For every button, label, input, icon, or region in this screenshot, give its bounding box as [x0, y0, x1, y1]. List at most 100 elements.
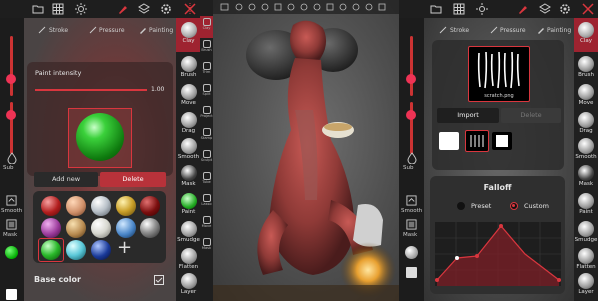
- drag-icon: [578, 112, 594, 128]
- tab-painting[interactable]: Painting: [149, 27, 173, 34]
- sub-label: Sub: [403, 165, 414, 171]
- grid-icon[interactable]: [52, 3, 64, 15]
- falloff-panel: Falloff Preset Custom: [430, 176, 565, 294]
- settings-icon[interactable]: [160, 3, 172, 15]
- add-material-icon[interactable]: +: [117, 238, 132, 258]
- tool-layer[interactable]: Layer: [574, 269, 598, 301]
- tool-clay[interactable]: Clay: [574, 18, 598, 52]
- material-blue[interactable]: [116, 218, 136, 238]
- add-new-button[interactable]: Add new: [34, 172, 98, 187]
- center-tool-brush[interactable]: Brush: [200, 38, 213, 60]
- alpha-slot-white[interactable]: [439, 132, 459, 150]
- falloff-curve-editor[interactable]: [435, 222, 561, 286]
- material-chrome[interactable]: [140, 218, 160, 238]
- color-swatch-silver[interactable]: [405, 246, 418, 259]
- center-tool-sculpt[interactable]: Sculpt: [200, 148, 213, 170]
- tab-pressure[interactable]: Pressure: [99, 27, 125, 34]
- base-color-checkbox-icon[interactable]: [154, 275, 164, 285]
- sculpt-viewport[interactable]: [213, 0, 399, 301]
- material-gold[interactable]: [116, 196, 136, 216]
- material-skin[interactable]: [66, 196, 86, 216]
- preset-radio[interactable]: [457, 202, 465, 210]
- flatten-icon: [578, 248, 594, 264]
- material-silver[interactable]: [91, 196, 111, 216]
- center-tool-lasso[interactable]: Lasso: [200, 192, 213, 214]
- layers-icon[interactable]: [138, 3, 150, 15]
- material-red-glossy[interactable]: [41, 196, 61, 216]
- custom-radio-dot: [512, 204, 515, 207]
- paint-intensity-slider[interactable]: [35, 89, 147, 91]
- sun-icon[interactable]: [75, 3, 87, 15]
- material-preview[interactable]: [68, 108, 132, 168]
- color-swatch-green[interactable]: [5, 246, 18, 259]
- center-tool-mask[interactable]: Mask: [200, 236, 213, 258]
- material-pearl[interactable]: [91, 218, 111, 238]
- left-sidebar: Sub Smooth Mask: [0, 18, 24, 301]
- center-tool-trim[interactable]: Trim: [200, 60, 213, 82]
- center-tool-clay[interactable]: Clay: [200, 16, 213, 38]
- tab-stroke[interactable]: Stroke: [450, 27, 469, 34]
- tool-layer[interactable]: Layer: [176, 269, 201, 301]
- tab-stroke[interactable]: Stroke: [49, 27, 68, 34]
- alpha-preview[interactable]: scratch.png: [468, 46, 530, 102]
- tab-painting[interactable]: Painting: [547, 27, 571, 34]
- layers-icon[interactable]: [539, 3, 551, 15]
- sub-icon[interactable]: [6, 152, 18, 164]
- right-brush-tabs: Stroke Pressure Painting: [427, 24, 573, 38]
- grid-icon[interactable]: [453, 3, 465, 15]
- brush-tool-icon[interactable]: [517, 3, 529, 15]
- material-green: [41, 240, 61, 260]
- radius-slider[interactable]: [10, 36, 13, 96]
- center-tool-move[interactable]: Move: [200, 214, 213, 236]
- custom-label[interactable]: Custom: [524, 202, 549, 210]
- material-clay[interactable]: [66, 218, 86, 238]
- delete-alpha-button[interactable]: Delete: [501, 108, 561, 123]
- material-dark-red[interactable]: [140, 196, 160, 216]
- right-radius-slider[interactable]: [410, 36, 413, 96]
- stroke-icon: [38, 26, 46, 34]
- color-swatch-white[interactable]: [406, 267, 417, 278]
- center-tool-split[interactable]: Split: [200, 82, 213, 104]
- move-icon: [578, 84, 594, 100]
- smooth-toggle-icon[interactable]: [6, 195, 17, 206]
- move-icon: [180, 84, 197, 100]
- import-button[interactable]: Import: [437, 108, 499, 123]
- right-intensity-slider-knob[interactable]: [406, 110, 416, 120]
- center-tool-stamp[interactable]: Stamp: [200, 126, 213, 148]
- alpha-slot-scratch[interactable]: [465, 130, 489, 152]
- tab-pressure[interactable]: Pressure: [500, 27, 526, 34]
- mask-toggle-icon[interactable]: [6, 219, 17, 230]
- stroke-icon: [439, 26, 447, 34]
- smooth-toggle-icon[interactable]: [406, 195, 417, 206]
- center-tool-project[interactable]: Project: [200, 104, 213, 126]
- mask-toggle-icon[interactable]: [406, 219, 417, 230]
- stamp-mini-icon: [202, 128, 211, 136]
- lasso-mini-icon: [202, 194, 211, 202]
- settings-icon[interactable]: [559, 3, 571, 15]
- left-tool-rail: Clay Brush Move Drag Smooth Mask Paint S…: [176, 18, 201, 301]
- symmetry-icon[interactable]: [184, 3, 196, 15]
- material-dark-blue[interactable]: [91, 240, 111, 260]
- custom-radio[interactable]: [510, 202, 518, 210]
- smooth-icon: [180, 138, 197, 154]
- radius-slider-knob[interactable]: [6, 74, 16, 84]
- material-cyan[interactable]: [66, 240, 86, 260]
- paint-intensity-value[interactable]: 1.00: [151, 86, 164, 93]
- material-library: +: [33, 191, 166, 263]
- sun-icon[interactable]: [476, 3, 488, 15]
- folder-icon[interactable]: [32, 3, 44, 15]
- folder-icon[interactable]: [430, 3, 442, 15]
- tool-clay[interactable]: Clay: [176, 18, 201, 52]
- alpha-slot-square[interactable]: [492, 132, 512, 150]
- center-tool-tube[interactable]: Tube: [200, 170, 213, 192]
- material-purple[interactable]: [41, 218, 61, 238]
- preset-label[interactable]: Preset: [471, 202, 491, 210]
- delete-material-button[interactable]: Delete: [100, 172, 166, 187]
- material-green-selected[interactable]: [38, 238, 64, 262]
- color-swatch-white[interactable]: [6, 289, 17, 300]
- intensity-slider-knob[interactable]: [6, 110, 16, 120]
- sub-icon[interactable]: [406, 152, 418, 164]
- symmetry-icon[interactable]: [582, 3, 594, 15]
- right-radius-slider-knob[interactable]: [406, 74, 416, 84]
- brush-tool-icon[interactable]: [117, 3, 129, 15]
